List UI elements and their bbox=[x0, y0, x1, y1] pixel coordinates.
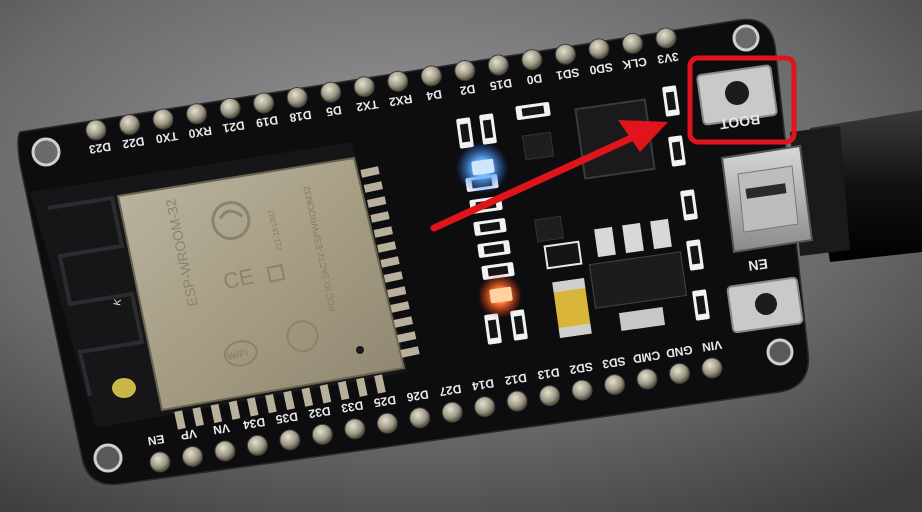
header-pin-d2 bbox=[454, 59, 476, 81]
pin1-marker bbox=[356, 346, 364, 354]
mounting-hole bbox=[93, 443, 123, 473]
header-pin-d32 bbox=[311, 423, 333, 445]
header-pin-d14 bbox=[474, 396, 496, 418]
esp32-module: K ESP-WROOM-32 FCC ID:2AC7Z-ESPWROOM32 2… bbox=[30, 142, 420, 430]
header-pin-d34 bbox=[246, 434, 268, 456]
header-pin-d21 bbox=[219, 97, 241, 119]
header-pin-vn bbox=[214, 440, 236, 462]
glue-blob bbox=[112, 378, 136, 398]
boot-button-cap[interactable] bbox=[725, 81, 749, 105]
pin-label-d2: D2 bbox=[459, 82, 477, 98]
header-pin-clk bbox=[621, 32, 643, 54]
header-pin-tx2 bbox=[353, 76, 375, 98]
header-pin-sd1 bbox=[554, 43, 576, 65]
header-pin-rx0 bbox=[186, 103, 208, 125]
blue-led bbox=[456, 142, 508, 194]
header-pin-d18 bbox=[286, 87, 308, 109]
header-pin-d12 bbox=[506, 390, 528, 412]
transistor bbox=[521, 131, 555, 161]
mounting-hole bbox=[31, 137, 61, 167]
header-pin-cmd bbox=[636, 368, 658, 390]
red-led bbox=[478, 274, 522, 318]
pin-label-d4: D4 bbox=[425, 87, 443, 103]
header-pin-sd3 bbox=[604, 374, 626, 396]
header-pin-gnd bbox=[669, 363, 691, 385]
mounting-hole bbox=[766, 338, 794, 366]
header-pin-d23 bbox=[85, 119, 107, 141]
header-pin-d27 bbox=[441, 401, 463, 423]
header-pin-d35 bbox=[279, 429, 301, 451]
header-pin-sd2 bbox=[571, 379, 593, 401]
diode bbox=[543, 240, 583, 270]
en-button-cap[interactable] bbox=[755, 293, 777, 315]
en-button-label: EN bbox=[747, 256, 768, 275]
mounting-hole bbox=[732, 24, 760, 52]
header-pin-d0 bbox=[521, 49, 543, 71]
transistor bbox=[534, 215, 564, 243]
header-pin-d5 bbox=[320, 81, 342, 103]
esp32-devkit-photo: K ESP-WROOM-32 FCC ID:2AC7Z-ESPWROOM32 2… bbox=[0, 0, 922, 512]
pin-label-d5: D5 bbox=[325, 103, 343, 119]
module-shield bbox=[116, 156, 406, 412]
header-pin-d19 bbox=[253, 92, 275, 114]
header-pin-rx2 bbox=[387, 70, 409, 92]
header-pin-d26 bbox=[409, 407, 431, 429]
pin-label-d0: D0 bbox=[525, 71, 543, 87]
header-pin-d33 bbox=[344, 418, 366, 440]
header-pin-sd0 bbox=[588, 38, 610, 60]
pin-label-vp: VP bbox=[180, 426, 198, 442]
header-pin-d22 bbox=[119, 114, 141, 136]
header-pin-d4 bbox=[420, 65, 442, 87]
header-pin-d15 bbox=[487, 54, 509, 76]
header-pin-d25 bbox=[376, 412, 398, 434]
header-pin-en bbox=[149, 451, 171, 473]
header-pin-tx0 bbox=[152, 108, 174, 130]
header-pin-3v3 bbox=[655, 27, 677, 49]
header-pin-vp bbox=[181, 445, 203, 467]
pin-label-en: EN bbox=[147, 432, 166, 448]
header-pin-d13 bbox=[539, 385, 561, 407]
pin-label-vn: VN bbox=[212, 421, 231, 437]
header-pin-vin bbox=[701, 357, 723, 379]
micro-usb-port bbox=[720, 144, 814, 254]
